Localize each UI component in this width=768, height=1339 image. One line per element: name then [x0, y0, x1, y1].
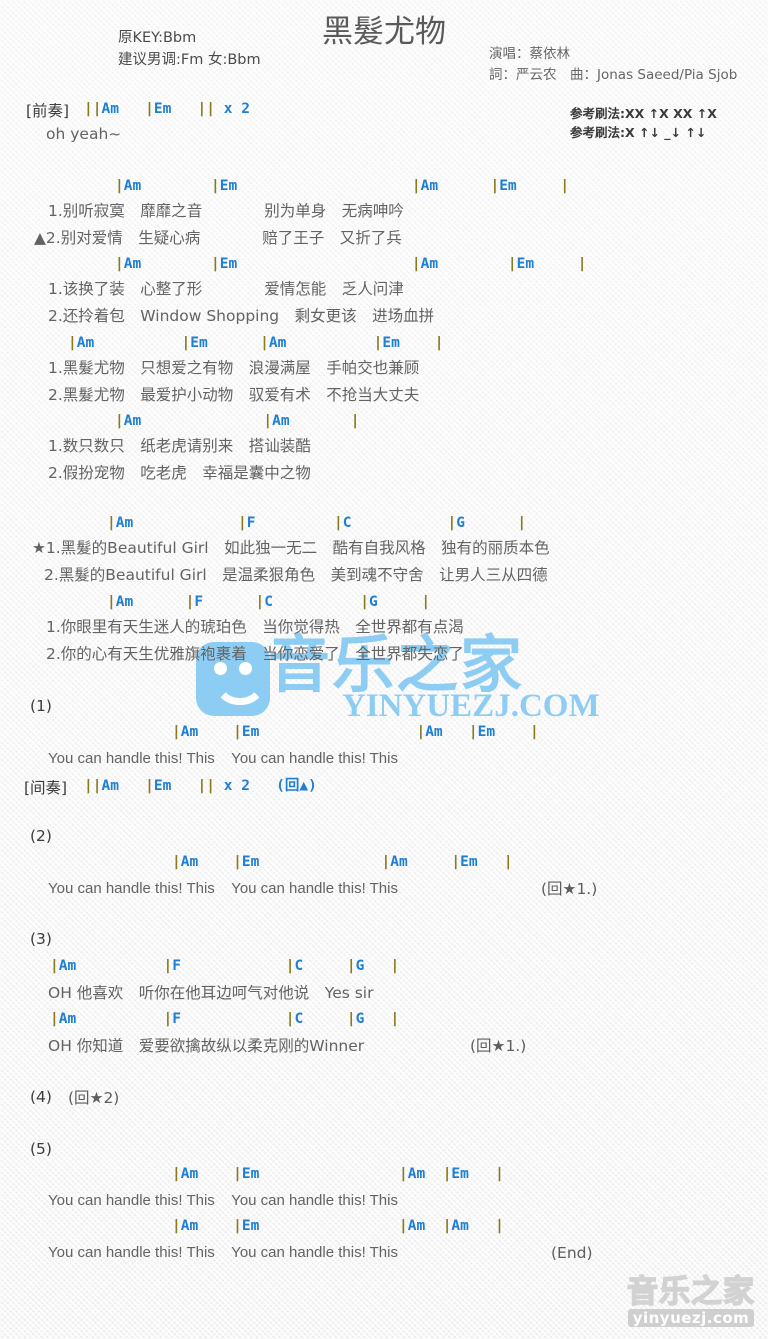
verse2-line1: 1.该换了装 心整了形 爱情怎能 乏人问津: [48, 280, 404, 298]
section-2-repeat: (回★1.): [541, 880, 598, 898]
verse4-line2: 2.假扮宠物 吃老虎 幸福是囊中之物: [48, 464, 311, 482]
section-2-lyric: You can handle this! This You can handle…: [48, 880, 398, 897]
verse2-line2: 2.还拎着包 Window Shopping 剩女更该 进场血拼: [48, 307, 435, 325]
singer-credit: 演唱：蔡依林: [489, 46, 570, 62]
sheet-content: 黑髮尤物 原KEY:Bbm 建议男调:Fm 女:Bbm 演唱：蔡依林 詞：严云农…: [0, 0, 768, 1339]
section-3-label: (3): [30, 930, 52, 948]
verse3-line1: 1.黑髮尤物 只想爱之有物 浪漫满屋 手帕交也兼顾: [48, 359, 420, 377]
section-3-lyric-a: OH 他喜欢 听你在他耳边呵气对他说 Yes sir: [48, 984, 374, 1002]
verse4-chords: |Am |Am |: [115, 413, 360, 429]
strumming-pattern-1: 参考刷法:XX ↑X XX ↑X: [570, 106, 717, 121]
section-5-chords-b: |Am |Em |Am |Am |: [172, 1218, 504, 1234]
interlude-label: [间奏]: [24, 779, 68, 797]
verse4-line1: 1.数只数只 纸老虎请别来 搭讪装酷: [48, 437, 311, 455]
chorus2-line1: 1.你眼里有天生迷人的琥珀色 当你觉得热 全世界都有点渴: [46, 618, 464, 636]
intro-lyric: oh yeah~: [46, 125, 122, 143]
section-3-chords-b: |Am |F |C |G |: [50, 1011, 400, 1027]
chorus1-line1: ★1.黑髮的Beautiful Girl 如此独一无二 酷有自我风格 独有的丽质…: [32, 539, 550, 557]
section-5-lyric-b: You can handle this! This You can handle…: [48, 1244, 398, 1261]
writer-credit: 詞：严云农 曲：Jonas Saeed/Pia Sjob: [489, 67, 738, 83]
chorus1-chords: |Am |F |C |G |: [107, 515, 527, 531]
section-2-label: (2): [30, 827, 52, 845]
verse3-line2: 2.黑髮尤物 最爱护小动物 驭爱有术 不抢当大丈夫: [48, 386, 420, 404]
section-3-chords-a: |Am |F |C |G |: [50, 958, 400, 974]
original-key-label: 原KEY:Bbm: [118, 30, 197, 46]
section-3-lyric-b: OH 你知道 爱要欲擒故纵以柔克刚的Winner: [48, 1037, 365, 1055]
chorus1-line2: 2.黑髮的Beautiful Girl 是温柔狠角色 美到魂不守舍 让男人三从四…: [44, 566, 548, 584]
chorus2-line2: 2.你的心有天生优雅旗袍裹着 当你恋爱了 全世界都失恋了: [46, 645, 464, 663]
verse1-chords: |Am |Em |Am |Em |: [115, 178, 570, 194]
verse2-chords: |Am |Em |Am |Em |: [115, 256, 587, 272]
suggested-key-label: 建议男调:Fm 女:Bbm: [118, 52, 261, 68]
section-2-chords: |Am |Em |Am |Em |: [172, 854, 513, 870]
verse1-line2: ▲2.别对爱情 生疑心病 赔了王子 又折了兵: [34, 229, 402, 247]
section-4-repeat: (回★2): [68, 1089, 120, 1107]
section-5-label: (5): [30, 1140, 52, 1158]
section-4-label: (4): [30, 1088, 52, 1106]
section-5-end: (End): [551, 1244, 593, 1262]
section-1-chords: |Am |Em |Am |Em |: [172, 724, 539, 740]
chord-sheet-page: 音乐之家 YINYUEZJ.COM 音乐之家 yinyuezj.com 黑髮尤物…: [0, 0, 768, 1339]
intro-chords: ||Am |Em || x 2: [84, 101, 250, 117]
verse1-line1: 1.别听寂寞 靡靡之音 别为单身 无病呻吟: [48, 202, 404, 220]
section-5-chords-a: |Am |Em |Am |Em |: [172, 1166, 504, 1182]
intro-label: [前奏]: [26, 102, 70, 120]
interlude-chords: ||Am |Em || x 2 (回▲): [84, 778, 317, 794]
verse3-chords: |Am |Em |Am |Em |: [68, 335, 444, 351]
page-title: 黑髮尤物: [322, 14, 446, 50]
section-3-repeat: (回★1.): [470, 1037, 527, 1055]
section-1-label: (1): [30, 697, 52, 715]
section-5-lyric-a: You can handle this! This You can handle…: [48, 1192, 398, 1209]
section-1-lyric: You can handle this! This You can handle…: [48, 750, 398, 767]
chorus2-chords: |Am |F |C |G |: [107, 594, 431, 610]
strumming-pattern-2: 参考刷法:X ↑↓ _↓ ↑↓: [570, 125, 707, 140]
